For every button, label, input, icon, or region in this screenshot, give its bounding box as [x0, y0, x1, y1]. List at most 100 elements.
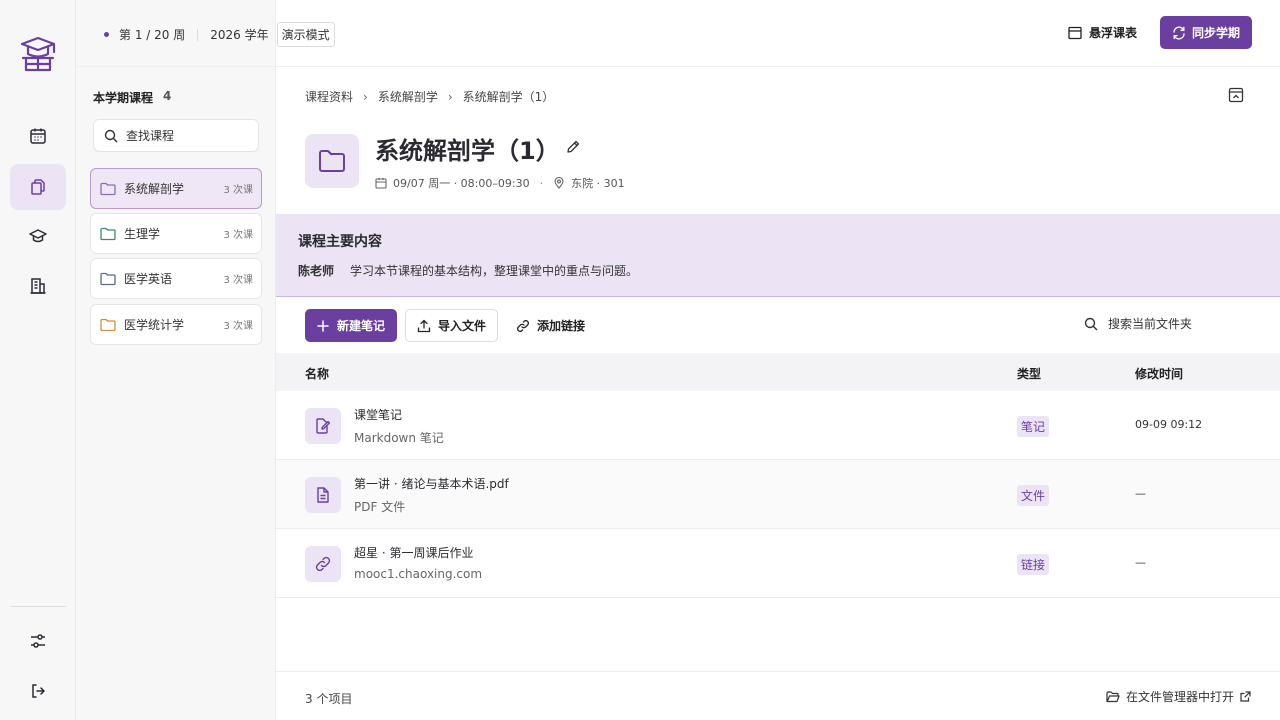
course-name: 医学英语 — [124, 272, 173, 286]
summary-title: 课程主要内容 — [298, 234, 382, 250]
breadcrumb-item[interactable]: 课程资料 — [305, 88, 353, 105]
course-item[interactable]: 系统解剖学 3 次课 — [90, 168, 262, 209]
collapse-icon — [1228, 87, 1244, 103]
course-search[interactable] — [93, 119, 259, 152]
modified-time: 09-09 09:12 — [1135, 418, 1203, 431]
folder-large-icon — [305, 134, 359, 188]
folder-icon — [100, 182, 116, 195]
table-header: 名称 类型 修改时间 — [276, 353, 1280, 391]
pencil-icon — [567, 140, 580, 153]
external-link-icon — [1240, 691, 1251, 702]
nav-buildings[interactable] — [10, 263, 66, 309]
import-file-label: 导入文件 — [438, 319, 487, 333]
graduation-cap-icon — [29, 229, 47, 243]
folder-icon — [100, 318, 116, 331]
search-icon — [104, 129, 118, 142]
folder-search[interactable] — [1084, 317, 1228, 331]
folder-search-input[interactable] — [1108, 317, 1228, 331]
course-times: 3 次课 — [223, 230, 253, 241]
school-year: 2026 学年 — [210, 28, 269, 42]
sync-semester-button[interactable]: 同步学期 — [1160, 16, 1252, 49]
course-times: 3 次课 — [223, 185, 253, 196]
nav-courses[interactable] — [10, 213, 66, 259]
type-badge: 文件 — [1017, 485, 1050, 506]
session-datetime: 09/07 周一 · 08:00–09:30 — [393, 177, 530, 190]
week-indicator: 第 1 / 20 周 — [119, 28, 186, 42]
nav-calendar[interactable] — [10, 113, 66, 159]
column-modified[interactable]: 修改时间 — [1135, 365, 1183, 382]
column-type[interactable]: 类型 — [1017, 365, 1041, 382]
course-sidebar: 本学期课程 4 系统解剖学 3 次课 生理学 3 次课 医学英语 3 次课 医学… — [76, 0, 276, 720]
location-pin-icon — [554, 177, 564, 189]
rail-divider — [10, 606, 66, 607]
search-icon — [1084, 317, 1098, 331]
course-times: 3 次课 — [223, 275, 253, 286]
table-row[interactable]: 第一讲 · 绪论与基本术语.pdf PDF 文件 文件 — — [276, 460, 1280, 529]
page-title: 系统解剖学（1） — [375, 137, 560, 165]
chevron-right-icon: › — [447, 89, 453, 104]
plus-icon — [317, 319, 329, 332]
sync-semester-label: 同步学期 — [1191, 26, 1240, 40]
summary-text: 学习本节课程的基本结构，整理课堂中的重点与问题。 — [350, 264, 639, 278]
calendar-icon — [30, 128, 46, 144]
course-summary-banner: 课程主要内容 陈老师 学习本节课程的基本结构，整理课堂中的重点与问题。 — [276, 214, 1280, 297]
new-note-button[interactable]: 新建笔记 — [305, 309, 398, 342]
modified-time: — — [1135, 556, 1146, 569]
nav-materials[interactable] — [10, 164, 66, 210]
top-bar: 第 1 / 20 周 2026 学年 演示模式 悬浮课表 同步学期 — [76, 0, 1280, 67]
type-badge: 笔记 — [1017, 416, 1050, 437]
table-row[interactable]: 超星 · 第一周课后作业 mooc1.chaoxing.com 链接 — — [276, 529, 1280, 598]
nav-logout[interactable] — [10, 668, 66, 714]
open-in-file-manager-link[interactable]: 在文件管理器中打开 — [1106, 688, 1251, 705]
breadcrumb-item[interactable]: 系统解剖学 — [378, 88, 438, 105]
import-file-button[interactable]: 导入文件 — [405, 309, 499, 342]
teacher-name: 陈老师 — [298, 264, 335, 278]
meta-separator: · — [539, 176, 544, 190]
collapse-panel-button[interactable] — [1228, 87, 1244, 103]
add-link-button[interactable]: 添加链接 — [506, 309, 595, 342]
link-icon — [517, 319, 529, 332]
divider — [197, 28, 199, 41]
term-info: 第 1 / 20 周 2026 学年 演示模式 — [104, 22, 335, 47]
upload-icon — [417, 319, 431, 332]
course-name: 医学统计学 — [124, 318, 185, 332]
document-icon — [305, 477, 341, 513]
link-icon — [305, 546, 341, 582]
floating-schedule-label: 悬浮课表 — [1089, 26, 1138, 40]
demo-mode-badge: 演示模式 — [276, 22, 335, 47]
chevron-right-icon: › — [363, 89, 368, 104]
course-name: 系统解剖学 — [124, 182, 185, 196]
breadcrumb: 课程资料 › 系统解剖学 › 系统解剖学（1） — [305, 88, 554, 105]
folder-icon — [100, 227, 116, 240]
file-name: 课堂笔记 — [354, 408, 403, 422]
column-name[interactable]: 名称 — [305, 365, 329, 382]
course-item[interactable]: 医学统计学 3 次课 — [90, 304, 262, 345]
main-panel: 课程资料 › 系统解剖学 › 系统解剖学（1） 系统解剖学（1） 09/07 周… — [276, 67, 1280, 720]
status-dot — [104, 32, 109, 37]
course-search-input[interactable] — [126, 128, 246, 143]
new-note-label: 新建笔记 — [337, 319, 386, 333]
add-link-label: 添加链接 — [537, 319, 586, 333]
graduation-cap-logo-icon — [17, 34, 59, 76]
course-item[interactable]: 医学英语 3 次课 — [90, 258, 262, 299]
file-subtitle: mooc1.chaoxing.com — [354, 567, 483, 581]
course-item[interactable]: 生理学 3 次课 — [90, 213, 262, 254]
summary-line: 陈老师 学习本节课程的基本结构，整理课堂中的重点与问题。 — [298, 262, 638, 279]
calendar-small-icon — [375, 178, 387, 189]
file-name: 第一讲 · 绪论与基本术语.pdf — [354, 477, 509, 491]
course-list-title: 本学期课程 — [93, 91, 154, 105]
copy-files-icon — [31, 179, 45, 195]
status-footer: 3 个项目 在文件管理器中打开 — [276, 671, 1280, 720]
table-row[interactable]: 课堂笔记 Markdown 笔记 笔记 09-09 09:12 — [276, 391, 1280, 460]
session-meta: 09/07 周一 · 08:00–09:30 · 东院 · 301 — [375, 175, 625, 191]
app-rail — [0, 0, 76, 720]
modified-time: — — [1135, 487, 1146, 500]
floating-schedule-button[interactable]: 悬浮课表 — [1068, 24, 1137, 41]
course-times: 3 次课 — [223, 321, 253, 332]
edit-title-button[interactable] — [565, 139, 581, 155]
nav-settings[interactable] — [10, 618, 66, 664]
open-in-file-manager-label: 在文件管理器中打开 — [1125, 690, 1234, 704]
refresh-icon — [1173, 26, 1185, 39]
item-count: 3 个项目 — [305, 692, 353, 706]
note-edit-icon — [305, 408, 341, 444]
